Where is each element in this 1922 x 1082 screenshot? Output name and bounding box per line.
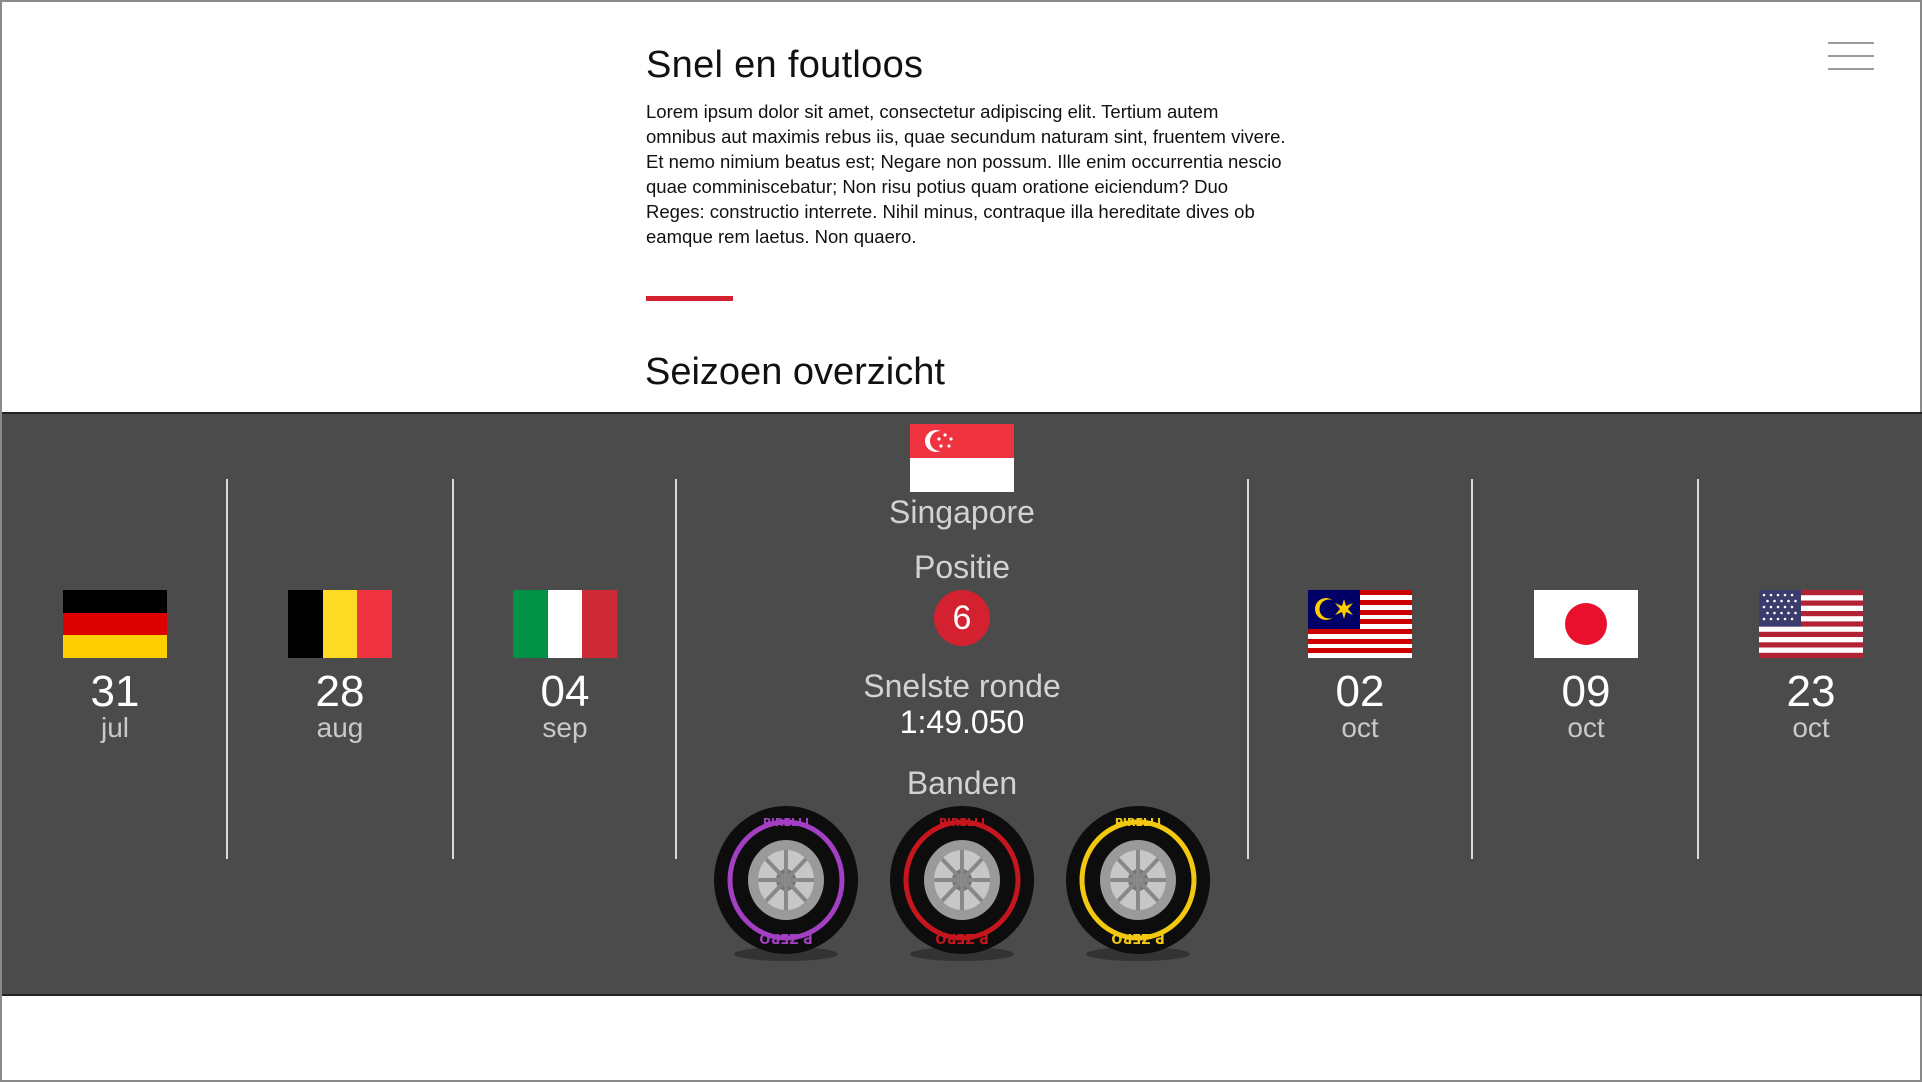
svg-text:P ZERO: P ZERO — [1111, 930, 1164, 945]
race-month: oct — [1567, 712, 1605, 743]
section-title: Seizoen overzicht — [645, 351, 945, 393]
timeline-divider — [452, 479, 454, 859]
singapore-flag-icon — [910, 424, 1014, 492]
featured-race: Singapore Positie 6 Snelste ronde 1:49.0… — [812, 424, 1112, 802]
race-month: aug — [316, 712, 364, 743]
intro-title: Snel en foutloos — [646, 44, 924, 86]
race-day: 09 — [1561, 667, 1611, 716]
position-badge: 6 — [934, 590, 990, 646]
hamburger-menu-button[interactable] — [1828, 40, 1874, 72]
germany-flag-icon — [63, 590, 167, 658]
purple-tyre-icon: PIRELLI P ZERO — [714, 806, 858, 961]
race-day: 31 — [90, 667, 140, 716]
race-item[interactable]: 23 oct — [1759, 590, 1863, 742]
timeline-divider — [1697, 479, 1699, 859]
race-day: 02 — [1335, 667, 1385, 716]
svg-text:PIRELLI: PIRELLI — [1115, 816, 1161, 829]
accent-divider — [646, 296, 733, 301]
race-day: 23 — [1786, 667, 1836, 716]
svg-text:PIRELLI: PIRELLI — [763, 816, 809, 829]
race-month: oct — [1792, 712, 1830, 743]
malaysia-flag-icon — [1308, 590, 1412, 658]
yellow-tyre-icon: PIRELLI P ZERO — [1066, 806, 1210, 961]
tyres-label: Banden — [906, 765, 1018, 801]
japan-flag-icon — [1534, 590, 1638, 658]
hamburger-icon-line — [1828, 68, 1874, 70]
race-item[interactable]: 09 oct — [1534, 590, 1638, 742]
page-frame: Snel en foutloos Lorem ipsum dolor sit a… — [0, 0, 1922, 1082]
timeline-divider — [1247, 479, 1249, 859]
race-item[interactable]: 02 oct — [1308, 590, 1412, 742]
usa-flag-icon — [1759, 590, 1863, 658]
race-month: jul — [100, 712, 129, 743]
svg-text:P ZERO: P ZERO — [759, 930, 812, 945]
position-label: Positie — [913, 549, 1011, 585]
fastest-lap-time: 1:49.050 — [899, 704, 1025, 740]
intro-text: Lorem ipsum dolor sit amet, consectetur … — [646, 101, 1286, 247]
season-timeline: 31 jul 28 aug 04 sep Singapore Positie 6… — [2, 412, 1922, 996]
race-month: oct — [1341, 712, 1379, 743]
featured-country: Singapore — [889, 494, 1035, 530]
timeline-divider — [675, 479, 677, 859]
red-tyre-icon: PIRELLI P ZERO — [890, 806, 1034, 961]
tyre-set: PIRELLI P ZERO PIRELLI P ZERO PIRELLI P … — [702, 804, 1222, 974]
race-item[interactable]: 31 jul — [63, 590, 167, 742]
race-item[interactable]: 28 aug — [288, 590, 392, 742]
svg-text:P ZERO: P ZERO — [935, 930, 988, 945]
race-month: sep — [542, 712, 588, 743]
hamburger-icon-line — [1828, 42, 1874, 44]
svg-text:PIRELLI: PIRELLI — [939, 816, 985, 829]
timeline-divider — [1471, 479, 1473, 859]
race-day: 04 — [540, 667, 590, 716]
italy-flag-icon — [513, 590, 617, 658]
race-item[interactable]: 04 sep — [513, 590, 617, 742]
hamburger-icon-line — [1828, 55, 1874, 57]
timeline-divider — [226, 479, 228, 859]
fastest-lap-label: Snelste ronde — [863, 668, 1061, 704]
intro-section: Snel en foutloos Lorem ipsum dolor sit a… — [646, 44, 1286, 249]
race-day: 28 — [315, 667, 365, 716]
belgium-flag-icon — [288, 590, 392, 658]
